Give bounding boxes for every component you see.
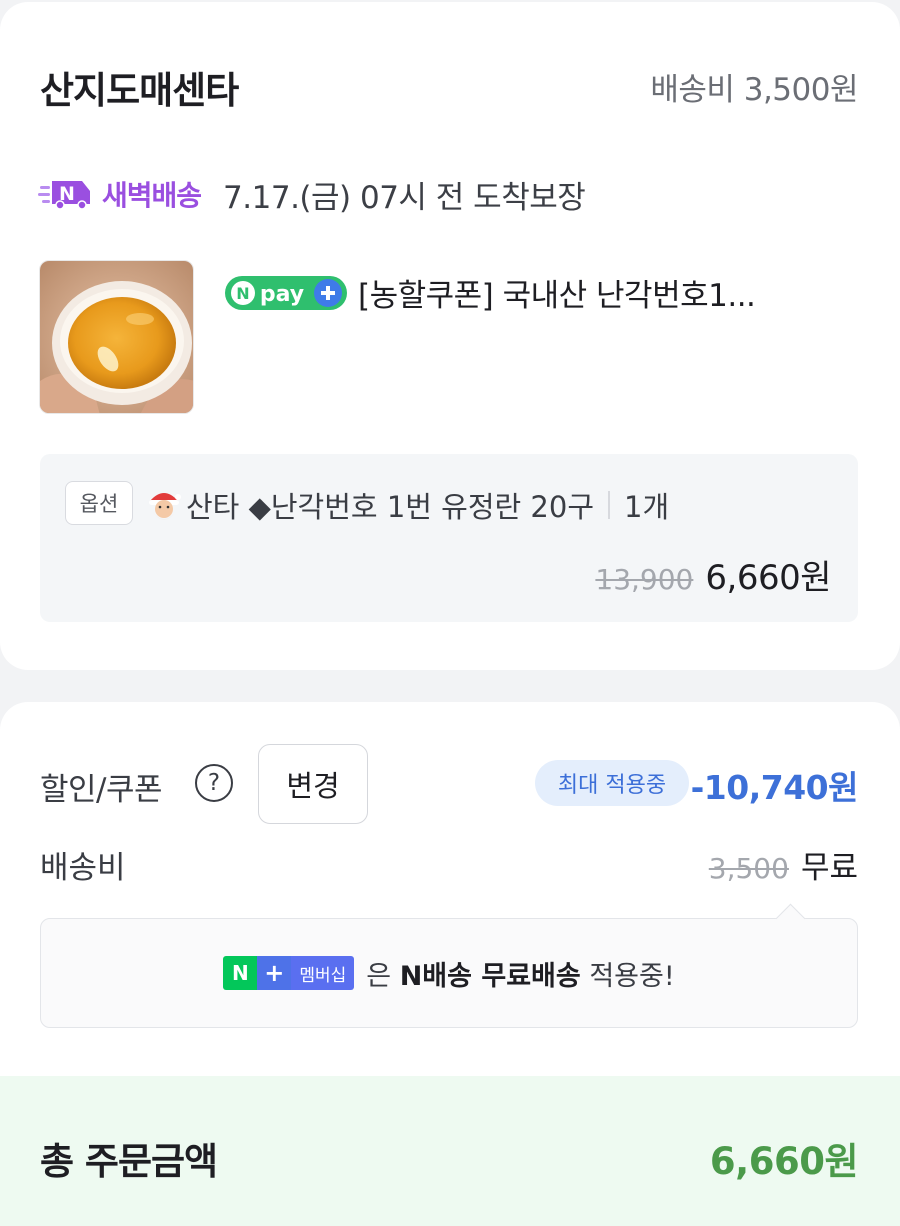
help-icon[interactable]: ? xyxy=(195,764,233,802)
original-price: 13,900 xyxy=(595,563,694,596)
product-thumbnail[interactable] xyxy=(39,260,194,414)
svg-text:pay: pay xyxy=(260,282,304,307)
option-quantity: 1개 xyxy=(624,490,670,524)
membership-badge-text: 멤버십 xyxy=(291,956,355,990)
membership-plus-icon: + xyxy=(257,956,292,990)
shipping-label: 배송비 xyxy=(40,850,126,886)
npay-plus-icon: N pay xyxy=(224,272,348,314)
option-description: 산타 ◆난각번호 1번 유정란 20구 1개 xyxy=(144,484,669,526)
divider xyxy=(608,491,611,519)
option-tag: 옵션 xyxy=(65,481,133,525)
svg-text:N: N xyxy=(59,183,75,205)
n-delivery-truck-icon: N xyxy=(38,177,96,211)
shipping-values: 3,500 무료 xyxy=(709,842,858,887)
membership-n-icon: N xyxy=(223,956,258,990)
option-name: 산타 ◆난각번호 1번 유정란 20구 xyxy=(186,490,595,524)
shipping-original-fee: 3,500 xyxy=(708,852,789,885)
product-title[interactable]: [농할쿠폰] 국내산 난각번호1... xyxy=(358,270,756,315)
shipping-free: 무료 xyxy=(800,850,858,886)
santa-emoji-icon xyxy=(144,485,184,525)
svg-text:N: N xyxy=(236,284,249,303)
n-plus-membership-badge: N + 멤버십 xyxy=(223,956,355,990)
discount-amount: -10,740원 xyxy=(690,768,859,807)
total-bar: 총 주문금액 6,660원 xyxy=(0,1076,900,1226)
change-coupon-button[interactable]: 변경 xyxy=(258,744,368,824)
option-price-row: 13,900 6,660원 xyxy=(595,550,831,599)
product-title-row[interactable]: N pay [농할쿠폰] 국내산 난각번호1... xyxy=(224,270,756,315)
membership-message: 은 N배송 무료배송 적용중! xyxy=(366,960,675,992)
egg-yolk-image xyxy=(40,261,193,413)
dawn-delivery-row: N 새벽배송 7.17.(금) 07시 전 도착보장 xyxy=(38,174,586,216)
dawn-delivery-label: 새벽배송 xyxy=(102,179,202,212)
sale-price: 6,660원 xyxy=(705,558,831,598)
delivery-guarantee: 7.17.(금) 07시 전 도착보장 xyxy=(223,179,586,216)
store-name: 산지도매센타 xyxy=(40,69,239,112)
membership-notice: N + 멤버십 은 N배송 무료배송 적용중! xyxy=(40,918,858,1028)
store-card: 산지도매센타 배송비 3,500원 N 새벽배송 7.17.(금) 07시 전 … xyxy=(0,2,900,670)
dawn-delivery-badge: N 새벽배송 xyxy=(38,174,202,214)
total-amount: 6,660원 xyxy=(709,1140,859,1183)
discount-coupon-label: 할인/쿠폰 xyxy=(40,772,163,808)
option-box: 옵션 산타 ◆난각번호 1번 유정란 20구 1개 13,900 6,660원 xyxy=(40,454,858,622)
store-shipping-fee: 배송비 3,500원 xyxy=(650,72,858,108)
max-applied-badge: 최대 적용중 xyxy=(535,760,689,806)
total-label: 총 주문금액 xyxy=(40,1140,218,1183)
